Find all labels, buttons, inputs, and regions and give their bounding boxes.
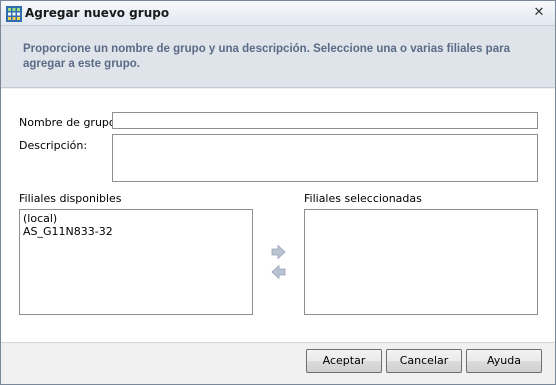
description-label: Descripción: (19, 139, 88, 152)
description-textarea[interactable] (112, 134, 538, 182)
arrow-right-icon[interactable] (271, 245, 286, 259)
button-bar: Aceptar Cancelar Ayuda (1, 342, 555, 384)
window-title: Agregar nuevo grupo (25, 6, 170, 20)
group-name-label: Nombre de grupo: (19, 116, 120, 129)
dialog-window: Agregar nuevo grupo ✕ Proporcione un nom… (0, 0, 556, 385)
help-button[interactable]: Ayuda (466, 349, 542, 373)
group-app-icon (6, 6, 22, 22)
instruction-banner: Proporcione un nombre de grupo y una des… (1, 26, 555, 88)
close-icon[interactable]: ✕ (530, 4, 548, 22)
list-item[interactable]: AS_G11N833-32 (23, 225, 249, 238)
list-item[interactable]: (local) (23, 212, 249, 225)
selected-branches-list[interactable] (304, 209, 538, 315)
group-name-input[interactable] (112, 112, 538, 129)
title-bar[interactable]: Agregar nuevo grupo ✕ (1, 1, 555, 26)
available-branches-list[interactable]: (local) AS_G11N833-32 (19, 209, 253, 315)
accept-button[interactable]: Aceptar (306, 349, 382, 373)
selected-branches-label: Filiales seleccionadas (304, 192, 422, 205)
instruction-text: Proporcione un nombre de grupo y una des… (23, 43, 510, 70)
cancel-button[interactable]: Cancelar (386, 349, 462, 373)
arrow-left-icon[interactable] (271, 265, 286, 279)
form-area: Nombre de grupo: Descripción: Filiales d… (1, 89, 555, 342)
available-branches-label: Filiales disponibles (19, 192, 122, 205)
